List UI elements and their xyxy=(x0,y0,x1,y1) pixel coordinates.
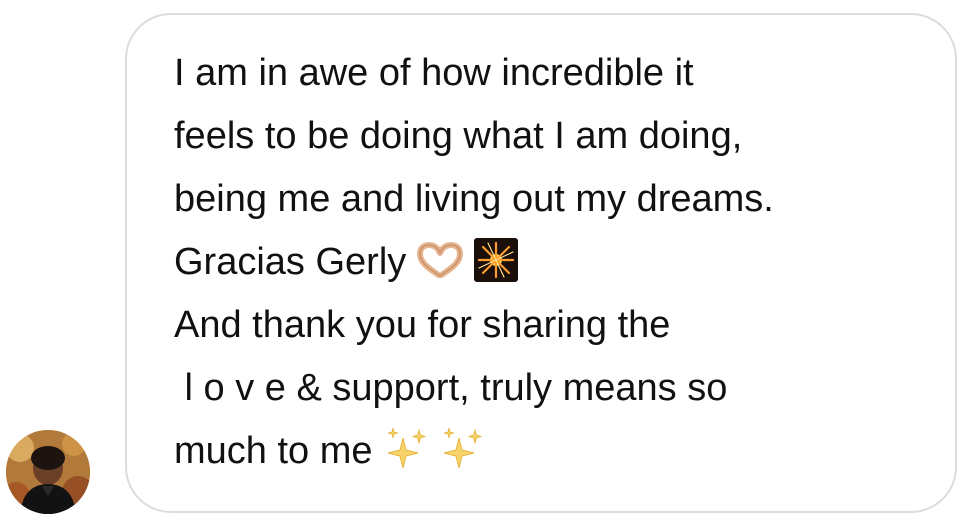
heart-hands-icon xyxy=(416,241,464,278)
message-line-with-emoji: Gracias Gerly xyxy=(174,231,944,294)
message-line: being me and living out my dreams. xyxy=(174,178,774,220)
avatar-photo xyxy=(6,430,90,514)
message-line: I am in awe of how incredible it xyxy=(174,52,694,94)
message-text: I am in awe of how incredible it feels t… xyxy=(174,42,944,483)
message-line: feels to be doing what I am doing, xyxy=(174,115,743,157)
message-line: l o v e & support, truly means so xyxy=(174,367,728,409)
fireworks-icon xyxy=(474,237,519,282)
sparkles-icon xyxy=(383,426,429,472)
avatar[interactable] xyxy=(6,430,90,514)
sparkles-icon xyxy=(439,426,485,472)
message-line-with-emoji: much to me xyxy=(174,420,944,483)
message-line: much to me xyxy=(174,430,373,472)
message-line: And thank you for sharing the xyxy=(174,304,671,346)
message-line: Gracias Gerly xyxy=(174,241,407,283)
